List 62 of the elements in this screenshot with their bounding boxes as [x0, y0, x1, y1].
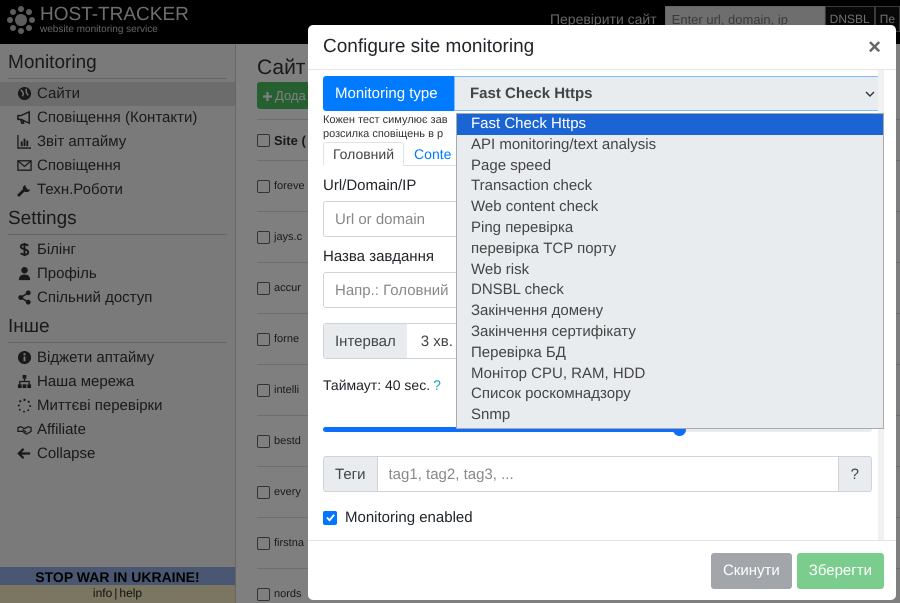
sidebar-item[interactable]: Affiliate: [0, 418, 235, 442]
monitoring-type-label: Monitoring type: [323, 76, 454, 111]
sidebar-item[interactable]: Сайти: [0, 82, 235, 106]
reset-button[interactable]: Скинути: [710, 552, 792, 588]
logo-subtitle: website monitoring service: [40, 25, 159, 35]
site-cell: nords: [274, 588, 302, 600]
sidebar-item[interactable]: Звіт аптайму: [0, 130, 235, 154]
sidebar-item[interactable]: Техн.Роботи: [0, 178, 235, 202]
section-title: Settings: [8, 208, 227, 235]
help-text: Кожен тест симулює зав: [323, 113, 448, 127]
dropdown-option[interactable]: Список роскомнадзору: [457, 384, 883, 406]
link-separator: |: [114, 586, 118, 600]
info-link[interactable]: info: [92, 586, 112, 600]
dropdown-option[interactable]: Snmp: [457, 405, 883, 426]
tags-help-button[interactable]: ?: [838, 456, 872, 492]
check-site-label: Перевірити сайт: [550, 11, 657, 27]
dropdown-option[interactable]: Fast Check Https: [457, 114, 883, 135]
timeout-label: Таймаут: 40 sec.: [323, 377, 430, 393]
dropdown-option[interactable]: перевірка TCP порту: [457, 238, 883, 260]
sidebar-item[interactable]: Віджети аптайму: [0, 346, 235, 370]
url-label: Url/Domain/IP: [323, 177, 416, 194]
tags-field[interactable]: tag1, tag2, tag3, ...: [376, 456, 839, 492]
sidebar-item[interactable]: Сповіщення (Контакти): [0, 106, 235, 130]
sidebar-item[interactable]: Миттєві перевірки: [0, 394, 235, 418]
sidebar-item[interactable]: Білінг: [0, 238, 235, 262]
sidebar-item[interactable]: Профіль: [0, 262, 235, 286]
task-name-label: Назва завдання: [323, 248, 434, 265]
column-header: Site (: [274, 132, 306, 148]
site-cell: intelli: [274, 384, 300, 396]
sidebar-item[interactable]: Наша мережа: [0, 370, 235, 394]
help-text: розсилка сповіщень в р: [323, 127, 444, 141]
dialog-title: Configure site monitoring: [323, 36, 534, 58]
section-title: Monitoring: [8, 52, 227, 79]
stop-war-banner: STOP WAR IN UKRAINE!: [0, 567, 235, 585]
site-cell: accur: [274, 282, 301, 294]
site-cell: jays.c: [274, 231, 302, 243]
dropdown-option[interactable]: Web content check: [457, 197, 883, 218]
dropdown-option[interactable]: Закінчення домену: [457, 301, 883, 322]
site-cell: bestd: [274, 435, 301, 447]
tab[interactable]: Головний: [323, 142, 404, 166]
sidebar-item[interactable]: Сповіщення: [0, 154, 235, 178]
site-cell: firstna: [274, 537, 304, 549]
help-link[interactable]: help: [119, 586, 142, 600]
dropdown-option[interactable]: DNSBL check: [457, 280, 883, 302]
monitoring-enabled-label: Monitoring enabled: [345, 509, 473, 526]
tags-label: Теги: [323, 456, 377, 492]
sidebar-item[interactable]: Collapse: [0, 442, 235, 466]
site-cell: forne: [274, 333, 300, 345]
dropdown-option[interactable]: Монітор CPU, RAM, HDD: [457, 364, 883, 384]
dropdown-option[interactable]: API monitoring/text analysis: [457, 134, 883, 156]
site-cell: foreve: [274, 180, 305, 192]
page-title: Сайт: [257, 56, 306, 80]
sidebar-item[interactable]: Спільний доступ: [0, 286, 235, 310]
site-cell: every: [274, 486, 301, 498]
dropdown-option[interactable]: Ping перевірка: [457, 218, 883, 239]
close-button[interactable]: ×: [868, 36, 881, 58]
help-link[interactable]: ?: [433, 377, 441, 393]
section-title: Інше: [8, 316, 227, 343]
logo-title: HOST-TRACKER: [40, 5, 189, 24]
dropdown-option[interactable]: Page speed: [457, 156, 883, 176]
dropdown-option[interactable]: Transaction check: [457, 176, 883, 198]
dropdown-option[interactable]: Web risk: [457, 260, 883, 280]
